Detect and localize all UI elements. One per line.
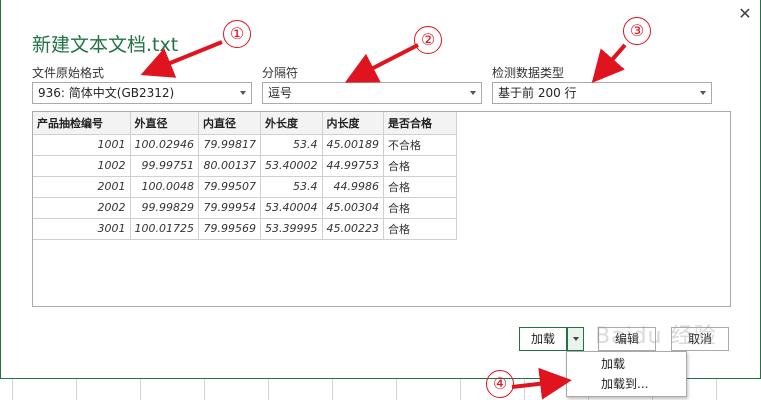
annotation-marker-4: ④	[486, 370, 514, 398]
annotation-arrow-3	[591, 43, 627, 84]
annotation-arrows	[140, 40, 627, 400]
annotation-arrow-1	[140, 40, 223, 78]
annotation-marker-3: ③	[623, 17, 651, 45]
annotation-arrow-4	[511, 367, 572, 400]
annotation-marker-1: ①	[223, 20, 251, 48]
annotation-marker-2: ②	[414, 26, 442, 54]
annotation-arrow-2	[344, 43, 419, 83]
